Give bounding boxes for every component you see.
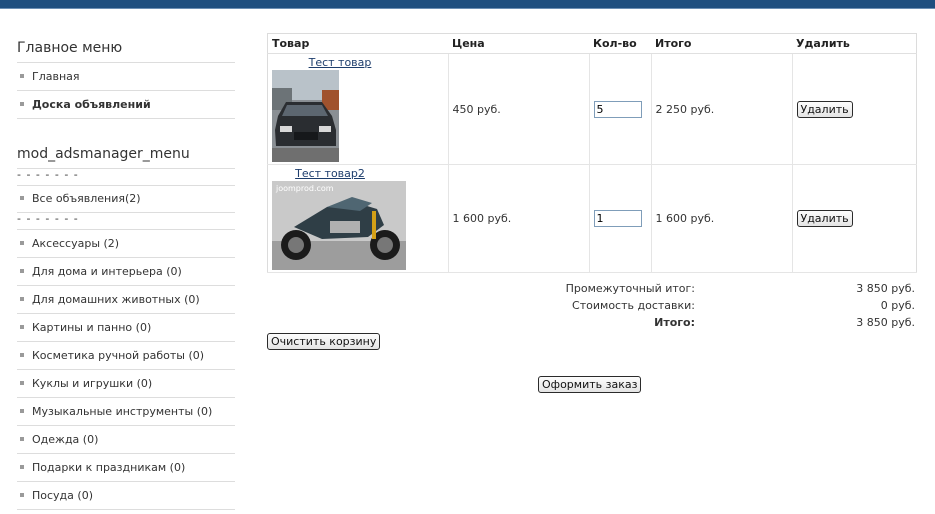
menu-item-label: Посуда (0) [32,489,93,502]
motorcycle-photo-thumbnail[interactable]: joomprod.com [272,181,406,270]
menu-item-label: Музыкальные инструменты (0) [32,405,213,418]
menu-separator: - - - - - - - [17,213,235,230]
header-total: Итого [651,33,792,54]
cart-totals: Промежуточный итог: 3 850 руб. Стоимость… [540,280,915,331]
main-menu-title: Главное меню [17,40,235,63]
menu-item-label: Одежда (0) [32,433,99,446]
subtotal-row: Промежуточный итог: 3 850 руб. [540,280,915,297]
sidebar: Главное меню Главная Доска объявлений mo… [17,40,235,510]
bullet-icon [20,381,24,385]
bullet-icon [20,102,24,106]
qty-cell [589,53,652,165]
header-delete: Удалить [792,33,917,54]
clear-cart-button[interactable]: Очистить корзину [267,333,381,350]
menu-item-label: Аксессуары (2) [32,237,120,250]
bullet-icon [20,297,24,301]
menu-item-label: Все объявления(2) [32,192,141,205]
menu-item-label: Картины и панно (0) [32,321,152,334]
menu-item-category[interactable]: Музыкальные инструменты (0) [17,398,235,426]
delete-button[interactable]: Удалить [796,100,853,118]
header-price: Цена [448,33,589,54]
price-cell: 1 600 руб. [448,164,590,273]
total-value: 3 850 руб. [856,316,915,329]
bullet-icon [20,409,24,413]
menu-item-category[interactable]: Косметика ручной работы (0) [17,342,235,370]
header-qty: Кол-во [589,33,651,54]
ads-menu-title: mod_adsmanager_menu [17,146,235,169]
menu-separator: - - - - - - - [17,169,235,186]
bullet-icon [20,353,24,357]
top-bar [0,0,935,9]
cart-table: Товар Цена Кол-во Итого Удалить Тест тов… [267,33,917,273]
delete-cell: Удалить [792,53,917,165]
total-cell: 1 600 руб. [651,164,793,273]
total-row: Итого: 3 850 руб. [540,314,915,331]
product-cell: Тест товар2 joomprod.com [267,164,449,273]
cart-row: Тест товар 450 руб. 2 250 руб. [267,53,917,165]
bullet-icon [20,74,24,78]
menu-item-category[interactable]: Посуда (0) [17,482,235,510]
product-link[interactable]: Тест товар [277,56,403,69]
menu-item-label: Куклы и игрушки (0) [32,377,153,390]
menu-item-category[interactable]: Аксессуары (2) [17,230,235,258]
shipping-value: 0 руб. [880,299,915,312]
cart-header-row: Товар Цена Кол-во Итого Удалить [267,33,917,54]
menu-item-home[interactable]: Главная [17,63,235,91]
checkout-button[interactable]: Оформить заказ [538,376,642,393]
shipping-label: Стоимость доставки: [572,299,695,312]
header-product: Товар [267,33,448,54]
bullet-icon [20,241,24,245]
delete-cell: Удалить [792,164,917,273]
bullet-icon [20,493,24,497]
menu-item-label: Косметика ручной работы (0) [32,349,205,362]
delete-button[interactable]: Удалить [796,210,853,227]
total-label: Итого: [654,316,695,329]
total-cell: 2 250 руб. [651,53,793,165]
menu-item-category[interactable]: Для дома и интерьера (0) [17,258,235,286]
subtotal-value: 3 850 руб. [856,282,915,295]
subtotal-label: Промежуточный итог: [565,282,695,295]
category-list: Аксессуары (2) Для дома и интерьера (0) Дл… [17,230,235,510]
menu-item-category[interactable]: Одежда (0) [17,426,235,454]
bullet-icon [20,437,24,441]
qty-cell [589,164,652,273]
menu-item-label: Доска объявлений [32,98,151,111]
bullet-icon [20,465,24,469]
price-cell: 450 руб. [448,53,590,165]
menu-item-label: Главная [32,70,80,83]
menu-item-category[interactable]: Для домашних животных (0) [17,286,235,314]
car-photo-thumbnail[interactable] [272,70,339,162]
bullet-icon [20,269,24,273]
quantity-input[interactable] [593,210,642,227]
watermark-text: joomprod.com [275,184,334,193]
product-link[interactable]: Тест товар2 [267,167,393,180]
cart-row: Тест товар2 joomprod.com 1 600 руб. 1 1 … [267,164,917,273]
bullet-icon [20,196,24,200]
product-cell: Тест товар [267,53,449,165]
menu-item-label: Для домашних животных (0) [32,293,200,306]
menu-item-label: Подарки к праздникам (0) [32,461,186,474]
menu-item-category[interactable]: Подарки к праздникам (0) [17,454,235,482]
menu-item-category[interactable]: Куклы и игрушки (0) [17,370,235,398]
menu-item-all-ads[interactable]: Все объявления(2) [17,186,235,213]
menu-item-category[interactable]: Картины и панно (0) [17,314,235,342]
quantity-input[interactable] [593,100,642,118]
menu-item-label: Для дома и интерьера (0) [32,265,182,278]
menu-item-ads-board[interactable]: Доска объявлений [17,91,235,119]
shipping-row: Стоимость доставки: 0 руб. [540,297,915,314]
bullet-icon [20,325,24,329]
